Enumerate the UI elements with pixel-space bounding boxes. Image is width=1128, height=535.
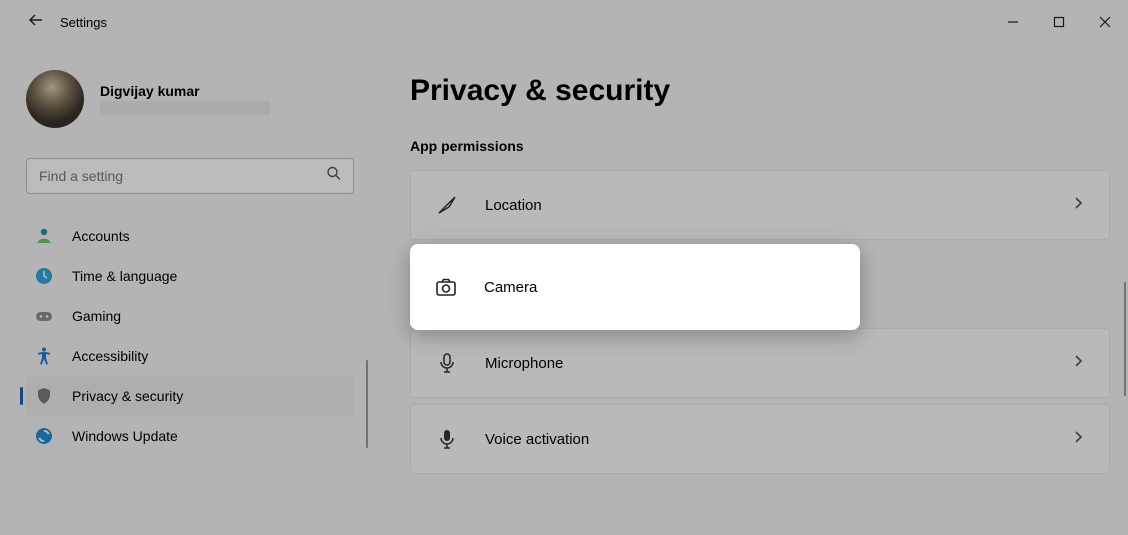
- sidebar-item-label: Accessibility: [72, 348, 148, 364]
- page-title: Privacy & security: [410, 74, 1110, 108]
- sidebar-item-accessibility[interactable]: Accessibility: [26, 336, 354, 376]
- app-title: Settings: [60, 15, 107, 30]
- gaming-icon: [34, 306, 54, 326]
- maximize-button[interactable]: [1036, 0, 1082, 44]
- sidebar-item-privacy-security[interactable]: Privacy & security: [26, 376, 354, 416]
- sidebar-item-label: Privacy & security: [72, 388, 183, 404]
- voice-icon: [435, 427, 459, 451]
- microphone-icon: [435, 351, 459, 375]
- chevron-right-icon: [1071, 196, 1085, 215]
- sidebar-item-accounts[interactable]: Accounts: [26, 216, 354, 256]
- shield-icon: [34, 386, 54, 406]
- search-input[interactable]: [26, 158, 354, 194]
- permission-label: Voice activation: [485, 431, 1045, 448]
- camera-icon: [434, 275, 458, 299]
- permission-location[interactable]: Location: [410, 170, 1110, 240]
- sidebar-item-label: Gaming: [72, 308, 121, 324]
- permission-microphone[interactable]: Microphone: [410, 328, 1110, 398]
- update-icon: [34, 426, 54, 446]
- sidebar-item-label: Accounts: [72, 228, 130, 244]
- location-icon: [435, 193, 459, 217]
- search-icon[interactable]: [326, 166, 342, 187]
- section-title: App permissions: [410, 138, 1110, 154]
- back-icon[interactable]: [28, 12, 44, 33]
- chevron-right-icon: [1071, 354, 1085, 373]
- sidebar-item-label: Time & language: [72, 268, 177, 284]
- accounts-icon: [34, 226, 54, 246]
- time-icon: [34, 266, 54, 286]
- nav-list: Accounts Time & language Gaming: [26, 216, 354, 456]
- close-button[interactable]: [1082, 0, 1128, 44]
- permission-label: Microphone: [485, 355, 1045, 372]
- sidebar-item-label: Windows Update: [72, 428, 178, 444]
- permission-label: Camera: [484, 279, 836, 296]
- sidebar-item-gaming[interactable]: Gaming: [26, 296, 354, 336]
- sidebar-item-windows-update[interactable]: Windows Update: [26, 416, 354, 456]
- accessibility-icon: [34, 346, 54, 366]
- sidebar-item-time-language[interactable]: Time & language: [26, 256, 354, 296]
- sidebar-scrollbar[interactable]: [366, 360, 368, 448]
- permission-label: Location: [485, 197, 1045, 214]
- main-scrollbar[interactable]: [1124, 282, 1126, 396]
- user-email-redacted: [100, 101, 270, 115]
- minimize-button[interactable]: [990, 0, 1036, 44]
- user-name: Digvijay kumar: [100, 83, 270, 99]
- chevron-right-icon: [1071, 430, 1085, 449]
- permission-voice-activation[interactable]: Voice activation: [410, 404, 1110, 474]
- permission-camera[interactable]: Camera: [410, 244, 860, 330]
- avatar[interactable]: [26, 70, 84, 128]
